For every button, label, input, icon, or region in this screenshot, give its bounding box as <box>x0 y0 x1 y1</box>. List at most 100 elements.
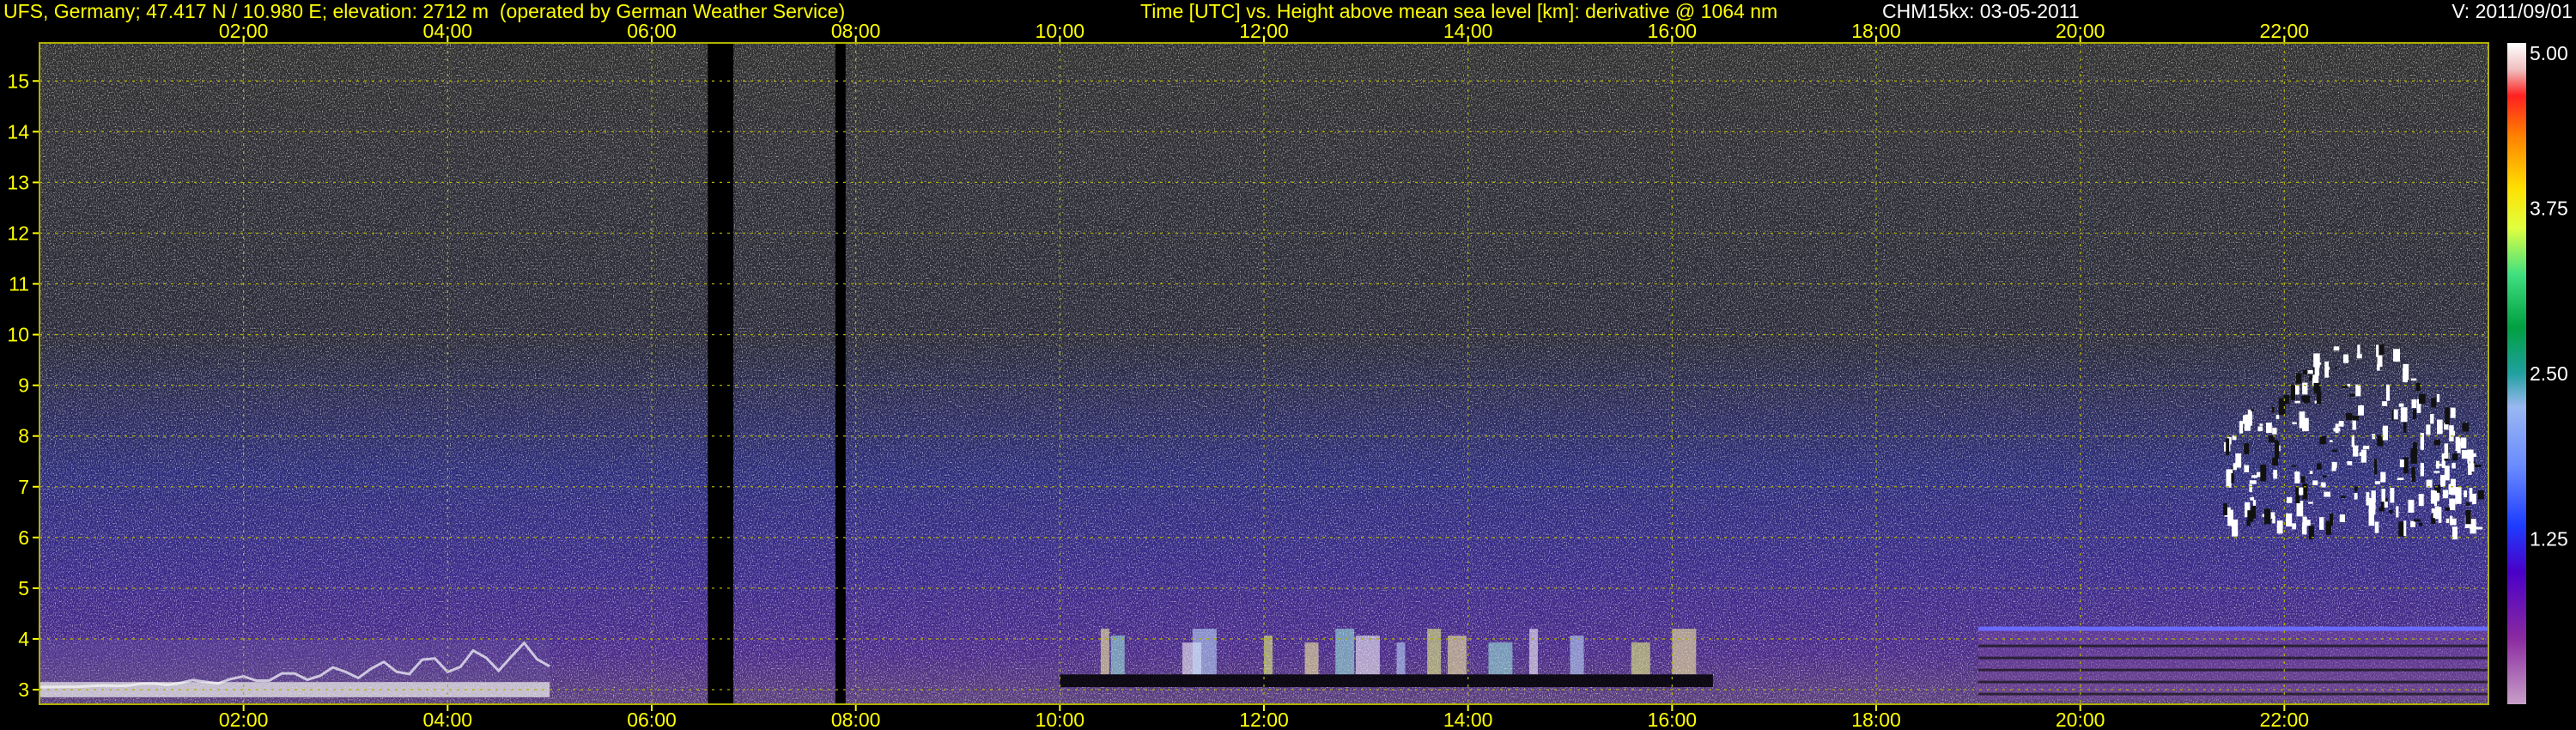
cloud-streak <box>2450 430 2456 436</box>
cloud-streak <box>2294 400 2300 404</box>
cloud-streak <box>2468 463 2475 472</box>
y-tick-label: 8 <box>18 425 29 447</box>
cloud-streak <box>2403 457 2409 474</box>
cloud-streak <box>2430 414 2434 424</box>
signal-noise-texture <box>39 43 2488 704</box>
cloud-streak <box>2469 487 2473 502</box>
cloud-streak <box>2263 508 2271 525</box>
cloud-streak <box>2433 439 2440 446</box>
backscatter-column <box>1570 636 1584 675</box>
x-tick-label: 06:00 <box>627 20 677 42</box>
x-tick-label: 14:00 <box>1443 20 1493 42</box>
cloud-streak <box>2300 476 2306 483</box>
x-tick-label: 02:00 <box>219 20 269 42</box>
y-tick-label: 10 <box>7 324 29 346</box>
cloud-streak <box>2415 382 2421 392</box>
backscatter-column <box>1100 629 1109 675</box>
cloud-streak <box>2398 521 2404 537</box>
cloud-streak <box>2445 507 2451 511</box>
x-tick-label: 14:00 <box>1443 709 1493 730</box>
cloud-streak <box>2411 399 2417 409</box>
cloud-streak <box>2294 471 2300 484</box>
cloud-streak <box>2272 457 2278 466</box>
cloud-streak <box>2334 367 2337 369</box>
cloud-streak <box>2355 384 2361 397</box>
cloud-streak <box>2333 346 2340 351</box>
cloud-streak <box>2460 441 2464 447</box>
cloud-streak <box>2302 369 2307 375</box>
version-label: V: 2011/09/01 <box>2451 0 2573 22</box>
backscatter-column <box>1631 642 1650 675</box>
cloud-streak <box>2324 491 2331 497</box>
cloud-streak <box>2323 475 2327 478</box>
cloud-streak <box>2362 445 2370 449</box>
y-tick-label: 11 <box>9 273 29 295</box>
cloud-streak <box>2290 385 2295 400</box>
cloud-streak <box>2319 517 2324 530</box>
cloud-streak <box>2462 423 2470 432</box>
cloud-streak <box>2345 413 2353 420</box>
cloud-streak <box>2275 414 2280 420</box>
cloud-streak <box>2229 520 2234 525</box>
cloud-streak <box>2349 393 2355 397</box>
backscatter-column <box>1110 636 1125 675</box>
cloud-streak <box>2449 498 2456 511</box>
x-tick-label: 10:00 <box>1036 20 1085 42</box>
cloud-streak <box>2403 368 2409 383</box>
y-tick-label: 15 <box>7 70 29 92</box>
cloud-streak <box>2251 475 2258 478</box>
cloud-streak <box>2316 392 2322 405</box>
cloud-streak <box>2400 407 2408 423</box>
y-tick-label: 14 <box>7 120 29 143</box>
cloud-streak <box>2357 344 2360 355</box>
cloud-streak <box>2233 463 2237 471</box>
cloud-streak <box>2411 466 2415 482</box>
cloud-streak <box>2445 407 2450 425</box>
cloud-streak <box>2382 401 2388 406</box>
cloud-streak <box>2292 422 2297 424</box>
cloud-streak <box>2304 520 2311 526</box>
cloud-streak <box>2455 487 2462 504</box>
cloud-streak <box>2445 518 2450 524</box>
cloud-streak <box>2332 449 2338 453</box>
cloud-streak <box>2299 411 2306 429</box>
cloud-streak <box>2403 520 2407 536</box>
cloud-streak <box>2376 344 2379 357</box>
cloud-streak <box>2380 471 2386 483</box>
cloud-streak <box>2366 492 2370 506</box>
cloud-streak <box>2325 520 2331 535</box>
colorbar: 5.00 3.75 2.50 1.25 <box>2507 42 2568 704</box>
cloud-streak <box>2451 518 2457 526</box>
cloud-streak <box>2408 499 2415 513</box>
cloud-streak <box>2319 435 2326 445</box>
y-tick-label: 3 <box>18 678 29 701</box>
cloud-streak <box>2410 378 2417 381</box>
backscatter-column <box>1192 629 1217 675</box>
cloud-streak <box>2419 394 2426 405</box>
cloud-streak <box>2461 450 2469 459</box>
colorbar-tick-label: 3.75 <box>2530 198 2568 220</box>
cloud-streak <box>2466 502 2470 506</box>
cloud-streak <box>2317 463 2322 470</box>
cloud-streak <box>2431 508 2435 514</box>
cloud-streak <box>2433 471 2440 473</box>
cloud-streak <box>2324 361 2329 378</box>
x-tick-label: 10:00 <box>1036 709 1085 730</box>
boundary-layer-aerosol <box>39 638 550 697</box>
y-tick-label: 5 <box>18 577 29 599</box>
x-tick-label: 22:00 <box>2260 709 2310 730</box>
cloud-streak <box>2377 435 2384 447</box>
data-gap <box>835 43 846 704</box>
cloud-streak <box>2259 423 2263 426</box>
cloud-streak <box>2246 519 2251 526</box>
backscatter-column <box>1427 629 1442 675</box>
cloud-streak <box>2354 486 2358 492</box>
cloud-streak <box>2244 443 2250 454</box>
backscatter-column <box>1396 642 1406 675</box>
cloud-streak <box>2353 445 2359 457</box>
cloud-streak <box>2249 480 2257 484</box>
colorbar-scale <box>2507 43 2526 704</box>
cloud-streak <box>2397 478 2404 480</box>
aerosol-layer-fill <box>1978 629 2488 700</box>
cloud-streak <box>2354 493 2358 500</box>
